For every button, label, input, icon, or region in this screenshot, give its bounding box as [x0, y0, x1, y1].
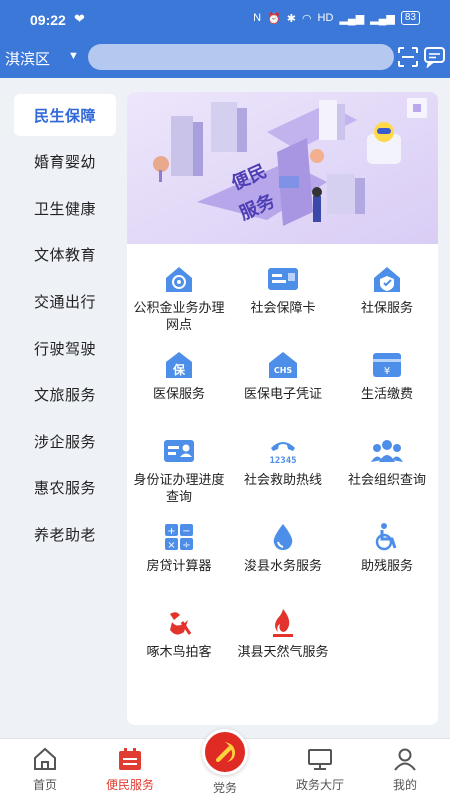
caret-down-icon[interactable]: ▼ [68, 50, 79, 62]
service-label: 医保服务 [152, 386, 205, 401]
banner-illustration: 便民 服务 [127, 92, 438, 244]
tab-label: 党务 [212, 781, 237, 795]
water-drop-icon [273, 524, 293, 550]
tab-mine[interactable]: 我的 [360, 739, 450, 800]
tab-label: 我的 [392, 778, 417, 792]
hd-badge: HD [317, 12, 334, 24]
service-label: 房贷计算器 [146, 558, 212, 573]
svg-text:CHS: CHS [274, 366, 293, 375]
home-icon [34, 747, 56, 770]
status-time: 09:22 [30, 12, 66, 28]
scan-icon[interactable] [397, 46, 419, 68]
monitor-icon [308, 749, 332, 770]
service-label: 公积金业务办理网点 [133, 300, 225, 332]
heart-icon: ❤ [74, 11, 85, 26]
service-shenghuo-jiaofei[interactable]: ¥ 生活缴费 [335, 350, 438, 402]
sidebar-item-jiaotong[interactable]: 交通出行 [14, 280, 116, 322]
service-fangdai[interactable]: + − × ÷ 房贷计算器 [127, 522, 231, 574]
service-label: 淇县天然气服务 [237, 644, 329, 659]
nfc-icon: N [253, 12, 262, 24]
sidebar-item-yanglao[interactable]: 养老助老 [14, 513, 116, 555]
service-gongjijin[interactable]: 公积金业务办理网点 [127, 264, 231, 333]
service-label: 社会组织查询 [347, 472, 426, 487]
tab-label: 政务大厅 [295, 778, 344, 792]
service-label: 生活缴费 [360, 386, 413, 401]
sidebar-item-wenti[interactable]: 文体教育 [14, 233, 116, 275]
party-emblem-icon [202, 729, 248, 775]
payment-icon: ¥ [373, 353, 401, 377]
calculator-icon: + −× ÷ [165, 524, 193, 551]
medical-insurance-icon: 保 [166, 352, 192, 378]
house-coin-icon [166, 267, 192, 292]
service-label: 社会保障卡 [250, 300, 316, 315]
service-zhuomuniao[interactable]: 啄木鸟拍客 [127, 608, 231, 660]
sidebar-item-wenlv[interactable]: 文旅服务 [14, 373, 116, 415]
sidebar-item-minsheng[interactable]: 民生保障 [14, 94, 116, 136]
signal-icon-2: ▂▄▆ [370, 12, 395, 25]
wheelchair-icon [375, 523, 397, 551]
sidebar-item-xingshi[interactable]: 行驶驾驶 [14, 327, 116, 369]
house-shield-icon [374, 267, 400, 292]
tab-bianmin[interactable]: 便民服务 [85, 739, 175, 800]
battery-icon: 83 [400, 11, 420, 25]
search-input[interactable] [88, 44, 394, 70]
service-zhucan[interactable]: 助残服务 [335, 522, 438, 574]
chs-house-icon: CHS [269, 352, 297, 378]
tab-label: 首页 [32, 778, 57, 792]
tab-dangwu[interactable]: 党务 [180, 729, 270, 800]
status-icons: N ⏰ ✱ ◠ HD ▂▄▆ ▂▄▆ 83 [253, 11, 420, 25]
svg-text:÷: ÷ [182, 540, 190, 551]
identity-card-icon [164, 440, 194, 462]
service-label: 医保电子凭证 [243, 386, 322, 401]
bluetooth-icon: ✱ [286, 12, 296, 25]
service-label: 身份证办理进度查询 [133, 472, 225, 504]
svg-text:×: × [167, 540, 175, 551]
calendar-icon [119, 748, 141, 770]
tab-label: 便民服务 [105, 778, 154, 792]
sidebar-item-weisheng[interactable]: 卫生健康 [14, 187, 116, 229]
user-icon [394, 748, 416, 771]
service-shebaoka[interactable]: 社会保障卡 [231, 264, 335, 316]
service-label: 助残服务 [360, 558, 413, 573]
alarm-icon: ⏰ [267, 12, 281, 25]
service-yibao-pingzheng[interactable]: CHS 医保电子凭证 [231, 350, 335, 402]
bottom-tab-bar: 首页 便民服务 党务 政务大厅 我的 [0, 729, 450, 800]
service-shuiwu[interactable]: 浚县水务服务 [231, 522, 335, 574]
service-shebao[interactable]: 社保服务 [335, 264, 438, 316]
wifi-icon: ◠ [301, 12, 312, 25]
sidebar-item-hunyu[interactable]: 婚育婴幼 [14, 140, 116, 182]
service-yibao[interactable]: 保 医保服务 [127, 350, 231, 402]
svg-text:保: 保 [172, 362, 186, 377]
service-label: 浚县水务服务 [243, 558, 322, 573]
svg-text:¥: ¥ [384, 366, 390, 377]
service-label: 社保服务 [360, 300, 413, 315]
sidebar-item-huinong[interactable]: 惠农服务 [14, 466, 116, 508]
district-selector[interactable]: 淇滨区 [5, 48, 50, 69]
service-label: 社会救助热线 [243, 472, 322, 487]
svg-text:−: − [182, 526, 190, 537]
top-bar: 淇滨区 ▼ [0, 38, 450, 78]
tab-zhengwu[interactable]: 政务大厅 [275, 739, 365, 800]
sidebar-item-sheqi[interactable]: 涉企服务 [14, 420, 116, 462]
signal-icon: ▂▄▆ [339, 12, 365, 25]
people-group-icon [371, 440, 403, 462]
svg-text:12345: 12345 [269, 456, 296, 466]
service-panel: 便民 服务 公积金业务办理网点 社会保障卡 社保服务 保 医保服务 CHS 医保… [127, 92, 438, 725]
service-jiuzhu-rexian[interactable]: 12345 社会救助热线 [231, 436, 335, 488]
status-bar: 09:22 ❤ N ⏰ ✱ ◠ HD ▂▄▆ ▂▄▆ 83 [0, 0, 450, 38]
woodpecker-icon [170, 612, 192, 635]
svg-text:+: + [167, 526, 175, 537]
tab-home[interactable]: 首页 [0, 739, 90, 800]
service-label: 啄木鸟拍客 [146, 644, 212, 659]
gas-flame-icon [273, 609, 293, 637]
hotline-phone-icon: 12345 [269, 442, 297, 466]
message-icon[interactable] [423, 46, 447, 68]
service-shehui-zuzhi[interactable]: 社会组织查询 [335, 436, 438, 488]
service-tianranqi[interactable]: 淇县天然气服务 [231, 608, 335, 660]
id-card-icon [268, 268, 298, 290]
service-shenfenzheng[interactable]: 身份证办理进度查询 [127, 436, 231, 505]
